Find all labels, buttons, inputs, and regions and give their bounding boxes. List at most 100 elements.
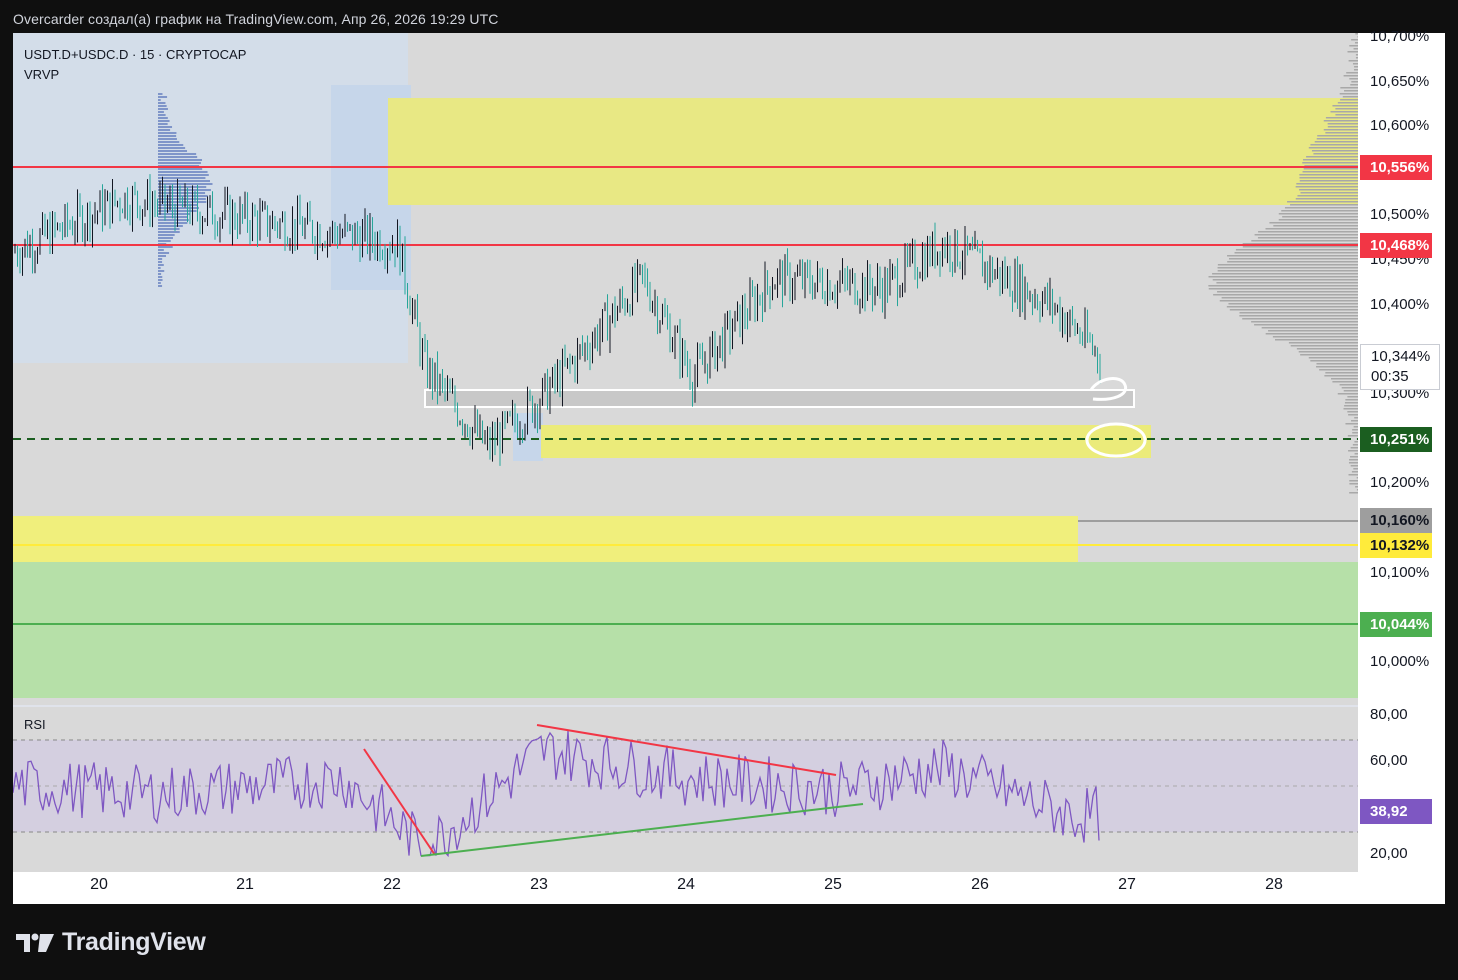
volume-profile-bar — [1324, 375, 1358, 377]
volume-profile-bar — [1350, 84, 1358, 86]
level-badge-10556[interactable]: 10,556% — [1360, 155, 1432, 180]
time-tick: 24 — [677, 876, 695, 893]
volume-profile-bar — [1274, 339, 1358, 341]
volume-profile-bar — [158, 276, 163, 278]
volume-profile-bar — [158, 213, 190, 215]
last-price-value: 10,344% — [1371, 348, 1431, 365]
volume-profile-bar — [1344, 405, 1358, 407]
volume-profile-bar — [1295, 186, 1358, 188]
volume-profile-bar — [1353, 468, 1358, 470]
volume-profile-bar — [1341, 387, 1358, 389]
level-badge-10251[interactable]: 10,251% — [1360, 427, 1432, 452]
volume-profile-bar — [1314, 141, 1358, 143]
volume-profile-bar — [1217, 270, 1358, 272]
volume-profile-bar — [1239, 312, 1358, 314]
volume-profile-bar — [1302, 162, 1358, 164]
volume-profile-bar — [1327, 126, 1358, 128]
volume-profile-bar — [158, 168, 203, 170]
volume-profile-bar — [158, 249, 164, 251]
volume-profile-bar — [1349, 45, 1358, 47]
volume-profile-bar — [1268, 330, 1358, 332]
volume-profile-bar — [1212, 273, 1358, 275]
volume-profile-bar — [1355, 57, 1358, 59]
price-tick: 10,000% — [1370, 653, 1430, 670]
volume-profile-bar — [158, 222, 188, 224]
volume-profile-bar — [1340, 99, 1358, 101]
rsi-tick: 20,00 — [1370, 845, 1408, 862]
volume-profile-bar — [1354, 453, 1358, 455]
indicator-label[interactable]: VRVP — [24, 65, 246, 85]
volume-profile-bar — [1347, 435, 1358, 437]
volume-profile-bar — [1254, 324, 1358, 326]
volume-profile-bar — [1351, 39, 1358, 41]
tradingview-logo[interactable]: TradingView — [16, 928, 206, 957]
volume-profile-bar — [1302, 171, 1358, 173]
volume-profile-bar — [1278, 219, 1358, 221]
rsi-label[interactable]: RSI — [24, 717, 46, 732]
volume-profile-bar — [1335, 108, 1358, 110]
volume-profile-bar — [1303, 168, 1358, 170]
volume-profile-bar — [1287, 201, 1358, 203]
rsi-tick: 80,00 — [1370, 706, 1408, 723]
time-axis[interactable] — [13, 872, 1445, 904]
volume-profile-bar — [1347, 51, 1358, 53]
volume-profile-bar — [1296, 348, 1358, 350]
demand-zone-small — [541, 425, 1151, 458]
rsi-value-badge[interactable]: 38,92 — [1360, 799, 1432, 824]
level-badge-10468[interactable]: 10,468% — [1360, 233, 1432, 258]
rsi-tick: 60,00 — [1370, 752, 1408, 769]
volume-profile-bar — [158, 153, 197, 155]
volume-profile-bar — [1355, 33, 1358, 35]
price-tick: 10,700% — [1370, 28, 1430, 45]
volume-profile-bar — [1228, 258, 1358, 260]
volume-profile-bar — [1212, 279, 1358, 281]
volume-profile-bar — [1242, 318, 1358, 320]
level-badge-10044[interactable]: 10,044% — [1360, 612, 1432, 637]
price-tick: 10,600% — [1370, 117, 1430, 134]
volume-profile-bar — [1217, 264, 1358, 266]
volume-profile-bar — [1234, 252, 1358, 254]
tradingview-logo-icon — [16, 933, 54, 952]
volume-profile-bar — [1352, 63, 1358, 65]
volume-profile-bar — [158, 156, 198, 158]
symbol-label[interactable]: USDT.D+USDC.D · 15 · CRYPTOCAP — [24, 45, 246, 65]
volume-profile-bar — [1251, 321, 1358, 323]
volume-profile-bar — [1323, 129, 1358, 131]
level-badge-10132[interactable]: 10,132% — [1360, 533, 1432, 558]
volume-profile-bar — [1343, 408, 1358, 410]
time-tick: 27 — [1118, 876, 1136, 893]
volume-profile-bar — [1227, 255, 1358, 257]
volume-profile-bar — [1261, 327, 1358, 329]
volume-profile-bar — [158, 240, 171, 242]
green-zone — [13, 562, 1358, 698]
volume-profile-bar — [1254, 234, 1358, 236]
volume-profile-bar — [1337, 102, 1358, 104]
volume-profile-bar — [158, 108, 168, 110]
volume-profile-bar — [1349, 459, 1358, 461]
volume-profile-bar — [1308, 147, 1358, 149]
volume-profile-bar — [1356, 489, 1358, 491]
volume-profile-bar — [1316, 138, 1358, 140]
volume-profile-bar — [1288, 342, 1358, 344]
volume-profile-bar — [1342, 96, 1358, 98]
volume-profile-bar — [1272, 336, 1358, 338]
volume-profile-bar — [1298, 351, 1358, 353]
volume-profile-bar — [1226, 306, 1358, 308]
yellow-zone-low — [13, 516, 1078, 562]
volume-profile-bar — [1265, 333, 1358, 335]
chart-canvas[interactable] — [13, 33, 1445, 904]
volume-profile-bar — [1348, 60, 1358, 62]
time-tick: 28 — [1265, 876, 1283, 893]
volume-profile-bar — [1213, 294, 1358, 296]
level-badge-10160[interactable]: 10,160% — [1360, 508, 1432, 533]
bar-countdown: 00:35 — [1371, 368, 1409, 385]
volume-profile-bar — [158, 282, 161, 284]
volume-profile-bar — [158, 219, 189, 221]
volume-profile-bar — [1351, 420, 1358, 422]
volume-profile-bar — [1239, 315, 1358, 317]
volume-profile-bar — [1282, 216, 1358, 218]
volume-profile-bar — [1332, 381, 1358, 383]
price-tick: 10,200% — [1370, 474, 1430, 491]
volume-profile-bar — [1357, 36, 1358, 38]
volume-profile-bar — [158, 102, 166, 104]
